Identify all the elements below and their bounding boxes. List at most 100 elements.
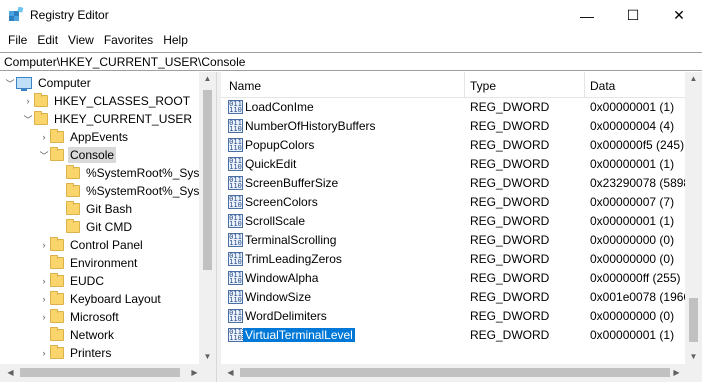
registry-value-row[interactable]: 011 110 WindowAlpha REG_DWORD 0x000000ff (25… [221, 269, 685, 288]
folder-icon [66, 201, 80, 215]
scroll-up-icon[interactable]: ▲ [199, 74, 216, 83]
value-data: 0x00000001 (1) [590, 100, 675, 114]
chevron-right-icon[interactable]: › [38, 312, 50, 322]
registry-value-row[interactable]: 011 110 TrimLeadingZeros REG_DWORD 0x0000000… [221, 250, 685, 269]
value-type: REG_DWORD [470, 119, 550, 133]
value-data: 0x000000f5 (245) [590, 138, 685, 152]
tree-item-hkey-current-user[interactable]: ﹀ HKEY_CURRENT_USER [22, 110, 194, 128]
column-header-type[interactable]: Type [470, 79, 496, 93]
value-type: REG_DWORD [470, 100, 550, 114]
scroll-left-icon[interactable]: ◀ [2, 368, 19, 377]
registry-value-row[interactable]: 011 110 PopupColors REG_DWORD 0x000000f5 (24… [221, 136, 685, 155]
menu-bar: File Edit View Favorites Help [0, 31, 702, 51]
column-header-data[interactable]: Data [590, 79, 615, 93]
column-header-name[interactable]: Name [229, 79, 261, 93]
registry-value-row[interactable]: 011 110 WordDelimiters REG_DWORD 0x00000000 … [221, 307, 685, 326]
reg-dword-icon: 011 110 [228, 252, 243, 266]
folder-icon [50, 147, 64, 161]
tree-item-eudc[interactable]: › EUDC [38, 272, 106, 290]
column-divider[interactable] [584, 72, 585, 98]
column-divider[interactable] [464, 72, 465, 98]
scroll-down-icon[interactable]: ▼ [685, 352, 702, 361]
chevron-down-icon[interactable]: ﹀ [4, 77, 16, 90]
reg-dword-icon: 011 110 [228, 309, 243, 323]
chevron-down-icon[interactable]: ﹀ [38, 149, 50, 162]
scroll-left-icon[interactable]: ◀ [222, 368, 239, 377]
tree-item-label: HKEY_CURRENT_USER [54, 112, 193, 126]
tree-item-git-bash[interactable]: Git Bash [66, 200, 134, 218]
tree-item-control-panel[interactable]: › Control Panel [38, 236, 145, 254]
list-horizontal-scroll-thumb[interactable] [240, 368, 670, 377]
reg-dword-icon: 011 110 [228, 328, 243, 342]
tree-item-git-cmd[interactable]: Git CMD [66, 218, 134, 236]
tree-vertical-scroll-thumb[interactable] [203, 90, 212, 270]
chevron-right-icon[interactable]: › [38, 294, 50, 304]
chevron-right-icon[interactable]: › [38, 348, 50, 358]
folder-icon [50, 129, 64, 143]
menu-file[interactable]: File [3, 31, 32, 51]
menu-favorites[interactable]: Favorites [99, 31, 158, 51]
tree-item-systemroot-sysv[interactable]: %SystemRoot%_SysV [66, 182, 209, 200]
scroll-right-icon[interactable]: ▶ [668, 368, 685, 377]
value-data: 0x00000000 (0) [590, 252, 675, 266]
address-bar[interactable]: Computer\HKEY_CURRENT_USER\Console [0, 52, 702, 71]
chevron-right-icon[interactable]: › [38, 132, 50, 142]
registry-value-row[interactable]: 011 110 QuickEdit REG_DWORD 0x00000001 (1) [221, 155, 685, 174]
tree-item-appevents[interactable]: › AppEvents [38, 128, 130, 146]
tree-item-printers[interactable]: › Printers [38, 344, 113, 362]
reg-dword-icon: 011 110 [228, 119, 243, 133]
value-type: REG_DWORD [470, 290, 550, 304]
value-data: 0x00000001 (1) [590, 328, 675, 342]
values-list: Name Type Data 011 110 LoadConIme REG_DWORD… [221, 72, 702, 382]
value-data: 0x000000ff (255) [590, 271, 681, 285]
menu-edit[interactable]: Edit [32, 31, 63, 51]
tree-item-systemroot-syst[interactable]: %SystemRoot%_Syst [66, 164, 205, 182]
tree-item-computer[interactable]: ﹀ Computer [4, 74, 93, 92]
list-vertical-scroll-thumb[interactable] [689, 298, 698, 342]
minimize-button[interactable]: — [564, 0, 610, 31]
value-name: WordDelimiters [245, 309, 327, 323]
registry-value-row[interactable]: 011 110 ScreenColors REG_DWORD 0x00000007 (7… [221, 193, 685, 212]
registry-value-row[interactable]: 011 110 TerminalScrolling REG_DWORD 0x000000… [221, 231, 685, 250]
tree-item-label: %SystemRoot%_SysV [86, 184, 208, 198]
tree-item-label: Microsoft [70, 310, 119, 324]
value-data: 0x00000001 (1) [590, 157, 675, 171]
registry-value-row[interactable]: 011 110 ScrollScale REG_DWORD 0x00000001 (1) [221, 212, 685, 231]
chevron-right-icon[interactable]: › [38, 276, 50, 286]
registry-value-row[interactable]: 011 110 WindowSize REG_DWORD 0x001e0078 (196… [221, 288, 690, 307]
registry-value-row[interactable]: 011 110 LoadConIme REG_DWORD 0x00000001 (1) [221, 98, 685, 117]
registry-value-row[interactable]: 011 110 NumberOfHistoryBuffers REG_DWORD 0x0… [221, 117, 685, 136]
chevron-right-icon[interactable]: › [22, 96, 34, 106]
tree-item-console[interactable]: ﹀ Console [38, 146, 117, 164]
tree-item-network[interactable]: Network [50, 326, 116, 344]
value-name: WindowSize [245, 290, 312, 304]
close-button[interactable]: ✕ [656, 0, 702, 31]
registry-value-row[interactable]: 011 110 ScreenBufferSize REG_DWORD 0x2329007… [221, 174, 690, 193]
value-type: REG_DWORD [470, 214, 550, 228]
scroll-up-icon[interactable]: ▲ [685, 74, 702, 83]
reg-dword-icon: 011 110 [228, 290, 243, 304]
scroll-down-icon[interactable]: ▼ [199, 352, 216, 361]
tree-item-microsoft[interactable]: › Microsoft [38, 308, 121, 326]
tree-item-label: Computer [38, 76, 91, 90]
value-type: REG_DWORD [470, 157, 550, 171]
tree-item-label: Git Bash [86, 202, 133, 216]
folder-icon [66, 219, 80, 233]
tree-item-environment[interactable]: Environment [50, 254, 139, 272]
close-icon: ✕ [673, 7, 685, 23]
folder-icon [66, 183, 80, 197]
chevron-right-icon[interactable]: › [38, 240, 50, 250]
chevron-down-icon[interactable]: ﹀ [22, 113, 34, 126]
scroll-right-icon[interactable]: ▶ [186, 368, 203, 377]
registry-value-row[interactable]: 011 110 VirtualTerminalLevel REG_DWORD 0x000… [221, 326, 685, 345]
maximize-button[interactable]: ☐ [610, 0, 656, 31]
tree-item-keyboard-layout[interactable]: › Keyboard Layout [38, 290, 163, 308]
registry-editor-icon [8, 6, 24, 23]
tree-item-hkey-classes-root[interactable]: › HKEY_CLASSES_ROOT [22, 92, 192, 110]
menu-view[interactable]: View [63, 31, 99, 51]
tree-horizontal-scroll-thumb[interactable] [20, 368, 180, 377]
value-name: NumberOfHistoryBuffers [245, 119, 376, 133]
minimize-icon: — [580, 7, 594, 24]
menu-help[interactable]: Help [158, 31, 193, 51]
folder-icon [50, 327, 64, 341]
